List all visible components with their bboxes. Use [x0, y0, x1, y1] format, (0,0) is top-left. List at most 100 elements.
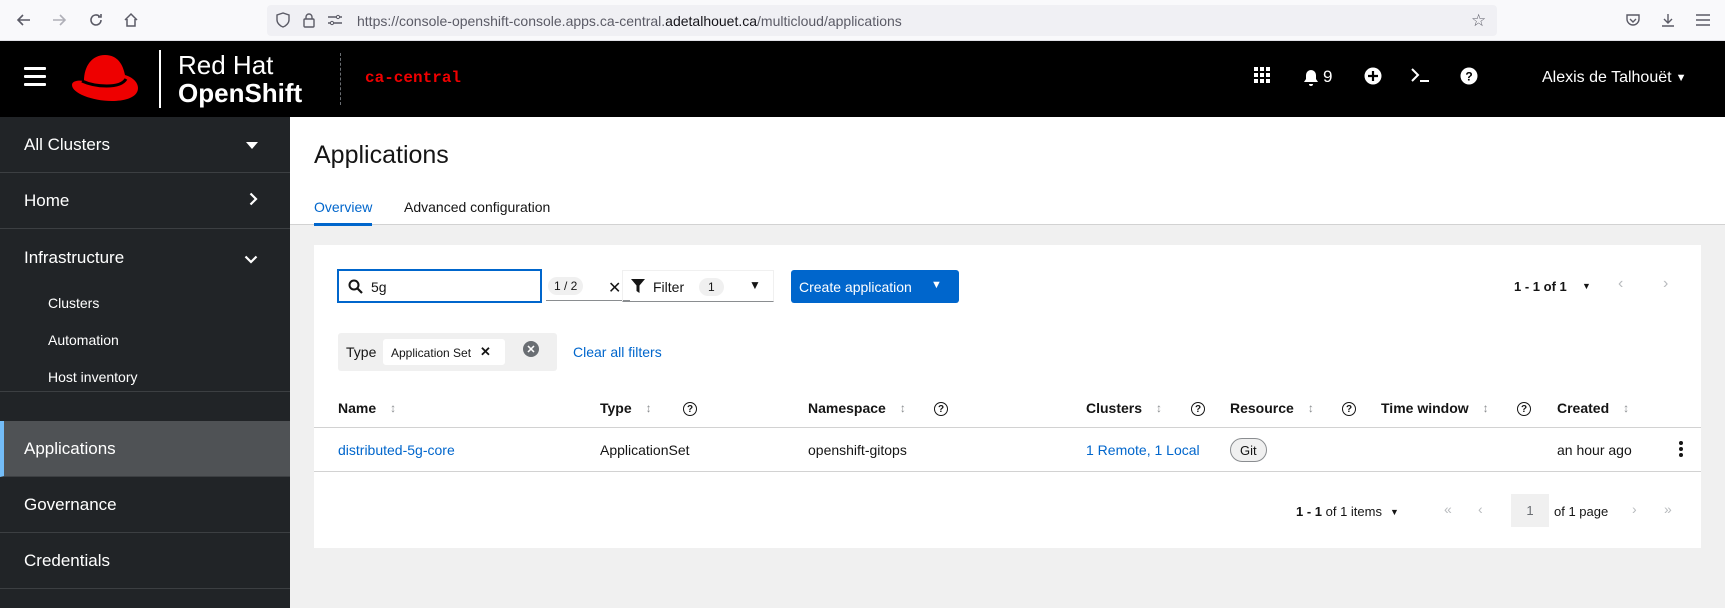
create-application-button[interactable]: Create application ▼: [791, 270, 959, 303]
close-chip-group-icon[interactable]: ✕: [523, 341, 539, 357]
column-header-time-window[interactable]: Time window ↕: [1381, 400, 1489, 416]
filter-chip: Application Set ✕: [383, 339, 505, 365]
help-icon[interactable]: ?: [1460, 67, 1478, 85]
chevron-right-icon: [249, 192, 258, 209]
page-number-input[interactable]: 1: [1511, 494, 1549, 527]
application-type: ApplicationSet: [600, 442, 690, 458]
sidebar-item-applications[interactable]: Applications: [0, 421, 290, 477]
column-header-type[interactable]: Type ↕: [600, 400, 652, 416]
reload-icon[interactable]: [84, 8, 108, 32]
column-header-namespace[interactable]: Namespace ↕: [808, 400, 906, 416]
applications-card: 5g 1 / 2 ✕ Filter 1 ▼ Create application…: [314, 245, 1701, 548]
sidebar-item-home[interactable]: Home: [0, 173, 290, 229]
filter-dropdown[interactable]: Filter 1 ▼: [622, 270, 774, 302]
address-bar[interactable]: https://console-openshift-console.apps.c…: [267, 5, 1497, 36]
application-namespace: openshift-gitops: [808, 442, 907, 458]
back-icon[interactable]: [12, 8, 36, 32]
bookmark-star-icon[interactable]: ☆: [1471, 11, 1486, 31]
previous-page-icon[interactable]: ‹: [1478, 501, 1483, 517]
previous-page-icon[interactable]: ‹: [1618, 275, 1623, 293]
clear-search-icon[interactable]: ✕: [608, 278, 621, 298]
sidebar: All Clusters Home Infrastructure Cluster…: [0, 117, 290, 608]
caret-down-icon: ▼: [1582, 281, 1591, 291]
pocket-icon[interactable]: [1622, 9, 1644, 31]
sort-icon: ↕: [1307, 401, 1314, 415]
help-icon[interactable]: ?: [1342, 402, 1356, 416]
notifications-button[interactable]: 9: [1303, 67, 1332, 87]
help-icon[interactable]: ?: [1517, 402, 1531, 416]
sidebar-item-label: All Clusters: [24, 134, 110, 154]
clear-all-filters-link[interactable]: Clear all filters: [573, 344, 662, 360]
help-icon[interactable]: ?: [683, 402, 697, 416]
sidebar-subitem-automation[interactable]: Automation: [48, 332, 119, 348]
caret-down-icon: ▼: [1390, 507, 1399, 517]
cluster-divider: [340, 53, 341, 105]
tab-overview[interactable]: Overview: [314, 199, 373, 226]
last-page-icon[interactable]: »: [1664, 501, 1672, 517]
sort-icon: ↕: [1623, 401, 1630, 415]
sidebar-item-governance[interactable]: Governance: [0, 477, 290, 533]
search-icon: [348, 279, 363, 299]
search-input[interactable]: 5g: [337, 269, 542, 303]
column-header-created[interactable]: Created ↕: [1557, 400, 1629, 416]
svg-text:?: ?: [1465, 70, 1472, 84]
column-label: Time window: [1381, 400, 1469, 416]
page-title: Applications: [314, 141, 449, 169]
forward-icon[interactable]: [47, 8, 71, 32]
filter-label: Filter: [653, 279, 685, 295]
column-header-name[interactable]: Name ↕: [338, 400, 396, 416]
created-value: an hour ago: [1557, 442, 1632, 458]
sidebar-subitem-host-inventory[interactable]: Host inventory: [48, 369, 137, 385]
sidebar-item-infrastructure[interactable]: Infrastructure: [24, 248, 124, 268]
chevron-down-icon[interactable]: [244, 251, 258, 267]
brand-line1: Red Hat: [178, 50, 274, 80]
first-page-icon[interactable]: «: [1444, 501, 1452, 517]
column-label: Created: [1557, 400, 1610, 416]
next-page-icon[interactable]: ›: [1663, 275, 1668, 293]
search-match-controls: 1 / 2 ✕: [546, 271, 630, 301]
lock-icon[interactable]: [302, 12, 316, 31]
brand-logo[interactable]: Red Hat OpenShift: [178, 51, 302, 107]
application-name-link[interactable]: distributed-5g-core: [338, 442, 455, 458]
user-name: Alexis de Talhouët: [1542, 69, 1672, 86]
page-header: Applications Overview Advanced configura…: [290, 117, 1725, 226]
sidebar-item-credentials[interactable]: Credentials: [0, 533, 290, 589]
notification-count: 9: [1323, 67, 1333, 86]
next-page-icon[interactable]: ›: [1632, 501, 1637, 517]
bell-icon: [1304, 69, 1318, 86]
brand-line2: OpenShift: [178, 78, 303, 108]
downloads-icon[interactable]: [1657, 9, 1679, 31]
sidebar-item-label: Applications: [24, 438, 116, 458]
sidebar-item-label: Governance: [24, 494, 117, 514]
help-icon[interactable]: ?: [1191, 402, 1205, 416]
redhat-hat-logo[interactable]: [70, 51, 140, 110]
sidebar-subitem-clusters[interactable]: Clusters: [48, 295, 99, 311]
terminal-icon[interactable]: [1410, 67, 1430, 83]
home-icon[interactable]: [119, 8, 143, 32]
import-add-icon[interactable]: [1364, 67, 1382, 85]
pagination-bottom-toggle[interactable]: 1 - 1 of 1 items ▼: [1296, 504, 1399, 519]
remove-chip-icon[interactable]: ✕: [480, 344, 491, 360]
column-label: Namespace: [808, 400, 886, 416]
column-label: Clusters: [1086, 400, 1143, 416]
url-text: https://console-openshift-console.apps.c…: [357, 13, 902, 29]
sidebar-item-all-clusters[interactable]: All Clusters: [0, 117, 290, 173]
row-actions-kebab-icon[interactable]: [1679, 441, 1683, 457]
pagination-range: 1 - 1: [1296, 504, 1323, 519]
sort-icon: ↕: [645, 401, 652, 415]
help-icon[interactable]: ?: [934, 402, 948, 416]
sidebar-group-infrastructure: Infrastructure Clusters Automation Host …: [0, 229, 290, 392]
column-header-clusters[interactable]: Clusters ↕: [1086, 400, 1162, 416]
header-divider: [314, 427, 1701, 428]
tab-advanced-configuration[interactable]: Advanced configuration: [404, 199, 550, 223]
permissions-icon[interactable]: [327, 13, 343, 30]
user-menu[interactable]: Alexis de Talhouët ▼: [1542, 69, 1686, 87]
caret-down-icon: ▼: [749, 278, 761, 292]
pagination-top-toggle[interactable]: 1 - 1 of 1 ▼: [1514, 279, 1591, 294]
app-launcher-icon[interactable]: [1254, 67, 1270, 83]
nav-toggle-icon[interactable]: [24, 67, 46, 89]
shield-icon[interactable]: [275, 12, 291, 31]
column-header-resource[interactable]: Resource ↕: [1230, 400, 1314, 416]
clusters-link[interactable]: 1 Remote, 1 Local: [1086, 442, 1200, 458]
app-menu-icon[interactable]: [1692, 9, 1714, 31]
